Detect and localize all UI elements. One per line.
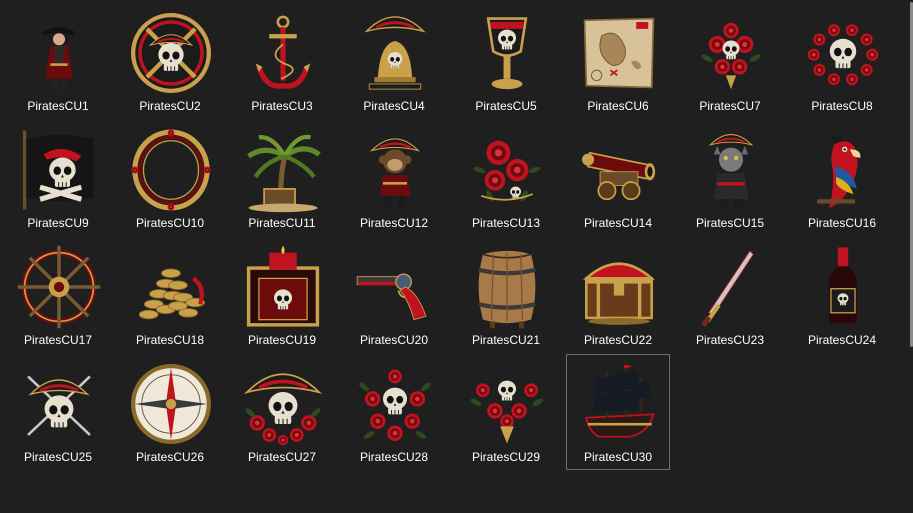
file-name-label: PiratesCU21 bbox=[471, 333, 541, 347]
file-item[interactable]: PiratesCU29 bbox=[454, 354, 558, 470]
skull-goblet-icon bbox=[464, 10, 550, 96]
file-item[interactable]: PiratesCU25 bbox=[6, 354, 110, 470]
file-item[interactable]: PiratesCU16 bbox=[790, 120, 894, 236]
skull-hat-roses-icon bbox=[240, 361, 326, 447]
ornate-frame-icon bbox=[128, 127, 214, 213]
file-item[interactable]: PiratesCU22 bbox=[566, 237, 670, 353]
file-name-label: PiratesCU5 bbox=[475, 99, 537, 113]
file-name-label: PiratesCU23 bbox=[695, 333, 765, 347]
candle-frame-icon bbox=[240, 244, 326, 330]
parrot-icon bbox=[800, 127, 886, 213]
file-name-label: PiratesCU10 bbox=[135, 216, 205, 230]
file-name-label: PiratesCU30 bbox=[583, 450, 653, 464]
cannon-icon bbox=[576, 127, 662, 213]
file-item[interactable]: PiratesCU30 bbox=[566, 354, 670, 470]
file-name-label: PiratesCU11 bbox=[248, 216, 316, 230]
file-item[interactable]: PiratesCU7 bbox=[678, 3, 782, 119]
skull-medallion-icon bbox=[128, 10, 214, 96]
file-name-label: PiratesCU7 bbox=[699, 99, 761, 113]
sword-icon bbox=[688, 244, 774, 330]
file-name-label: PiratesCU3 bbox=[251, 99, 313, 113]
file-name-label: PiratesCU8 bbox=[811, 99, 873, 113]
file-item[interactable]: PiratesCU28 bbox=[342, 354, 446, 470]
file-name-label: PiratesCU24 bbox=[807, 333, 877, 347]
file-item[interactable]: PiratesCU9 bbox=[6, 120, 110, 236]
file-name-label: PiratesCU2 bbox=[139, 99, 201, 113]
gold-coins-icon bbox=[128, 244, 214, 330]
anchor-icon bbox=[240, 10, 326, 96]
file-name-label: PiratesCU29 bbox=[471, 450, 541, 464]
file-item[interactable]: PiratesCU17 bbox=[6, 237, 110, 353]
file-item[interactable]: PiratesCU19 bbox=[230, 237, 334, 353]
pirate-ship-icon bbox=[576, 361, 662, 447]
file-name-label: PiratesCU20 bbox=[359, 333, 429, 347]
file-name-label: PiratesCU13 bbox=[471, 216, 541, 230]
file-item[interactable]: PiratesCU20 bbox=[342, 237, 446, 353]
file-item[interactable]: PiratesCU1 bbox=[6, 3, 110, 119]
file-name-label: PiratesCU15 bbox=[695, 216, 765, 230]
file-item[interactable]: PiratesCU21 bbox=[454, 237, 558, 353]
skull-rose-bouquet-icon bbox=[352, 361, 438, 447]
skull-rose-wreath-icon bbox=[800, 10, 886, 96]
skull-crossed-swords-icon bbox=[16, 361, 102, 447]
file-name-label: PiratesCU28 bbox=[359, 450, 429, 464]
file-name-label: PiratesCU14 bbox=[583, 216, 653, 230]
file-item[interactable]: PiratesCU8 bbox=[790, 3, 894, 119]
pirate-cat-icon bbox=[688, 127, 774, 213]
rose-skull-bouquet-icon bbox=[688, 10, 774, 96]
file-item[interactable]: PiratesCU2 bbox=[118, 3, 222, 119]
file-name-label: PiratesCU18 bbox=[135, 333, 205, 347]
file-item[interactable]: PiratesCU15 bbox=[678, 120, 782, 236]
file-name-label: PiratesCU9 bbox=[27, 216, 89, 230]
file-item[interactable]: PiratesCU12 bbox=[342, 120, 446, 236]
file-item[interactable]: PiratesCU26 bbox=[118, 354, 222, 470]
file-name-label: PiratesCU22 bbox=[583, 333, 653, 347]
pirate-monkey-icon bbox=[352, 127, 438, 213]
file-name-label: PiratesCU4 bbox=[363, 99, 425, 113]
file-name-label: PiratesCU12 bbox=[359, 216, 429, 230]
flintlock-pistol-icon bbox=[352, 244, 438, 330]
file-item[interactable]: PiratesCU4 bbox=[342, 3, 446, 119]
file-name-label: PiratesCU19 bbox=[247, 333, 317, 347]
file-name-label: PiratesCU6 bbox=[587, 99, 649, 113]
compass-icon bbox=[128, 361, 214, 447]
file-explorer-grid: PiratesCU1 PiratesCU2 PiratesCU3 Pirates… bbox=[0, 0, 913, 513]
palm-treasure-icon bbox=[240, 127, 326, 213]
ship-wheel-icon bbox=[16, 244, 102, 330]
wine-bottle-icon bbox=[800, 244, 886, 330]
file-item[interactable]: PiratesCU6 bbox=[566, 3, 670, 119]
file-item[interactable]: PiratesCU23 bbox=[678, 237, 782, 353]
file-item[interactable]: PiratesCU5 bbox=[454, 3, 558, 119]
file-name-label: PiratesCU16 bbox=[807, 216, 877, 230]
barrel-icon bbox=[464, 244, 550, 330]
file-item[interactable]: PiratesCU10 bbox=[118, 120, 222, 236]
file-name-label: PiratesCU1 bbox=[27, 99, 89, 113]
jolly-roger-flag-icon bbox=[16, 127, 102, 213]
treasure-chest-icon bbox=[576, 244, 662, 330]
pirate-woman-icon bbox=[16, 10, 102, 96]
file-name-label: PiratesCU26 bbox=[135, 450, 205, 464]
file-name-label: PiratesCU27 bbox=[247, 450, 317, 464]
file-item[interactable]: PiratesCU27 bbox=[230, 354, 334, 470]
treasure-map-icon bbox=[576, 10, 662, 96]
file-item[interactable]: PiratesCU14 bbox=[566, 120, 670, 236]
file-item[interactable]: PiratesCU24 bbox=[790, 237, 894, 353]
file-name-label: PiratesCU17 bbox=[23, 333, 93, 347]
ship-bell-icon bbox=[352, 10, 438, 96]
file-item[interactable]: PiratesCU18 bbox=[118, 237, 222, 353]
file-name-label: PiratesCU25 bbox=[23, 450, 93, 464]
file-item[interactable]: PiratesCU11 bbox=[230, 120, 334, 236]
red-roses-icon bbox=[464, 127, 550, 213]
skull-rose-sprig-icon bbox=[464, 361, 550, 447]
file-item[interactable]: PiratesCU3 bbox=[230, 3, 334, 119]
file-item[interactable]: PiratesCU13 bbox=[454, 120, 558, 236]
